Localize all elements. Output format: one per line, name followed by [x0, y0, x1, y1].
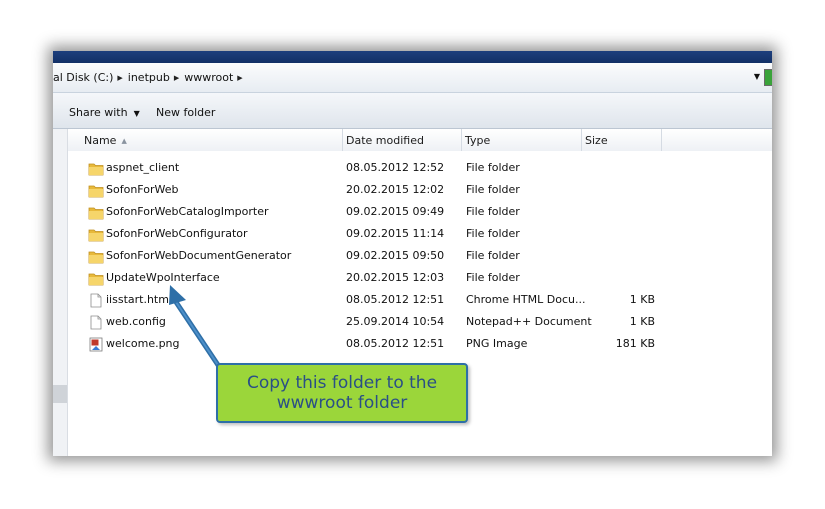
callout-line-2: wwwroot folder [276, 393, 408, 413]
explorer-window: al Disk (C:) ▶ inetpub ▶ wwwroot ▶ ▼ Share wi… [53, 51, 772, 456]
callout-line-1: Copy this folder to the [246, 373, 438, 393]
annotation-callout: Copy this folder to the wwwroot folder [216, 363, 468, 423]
